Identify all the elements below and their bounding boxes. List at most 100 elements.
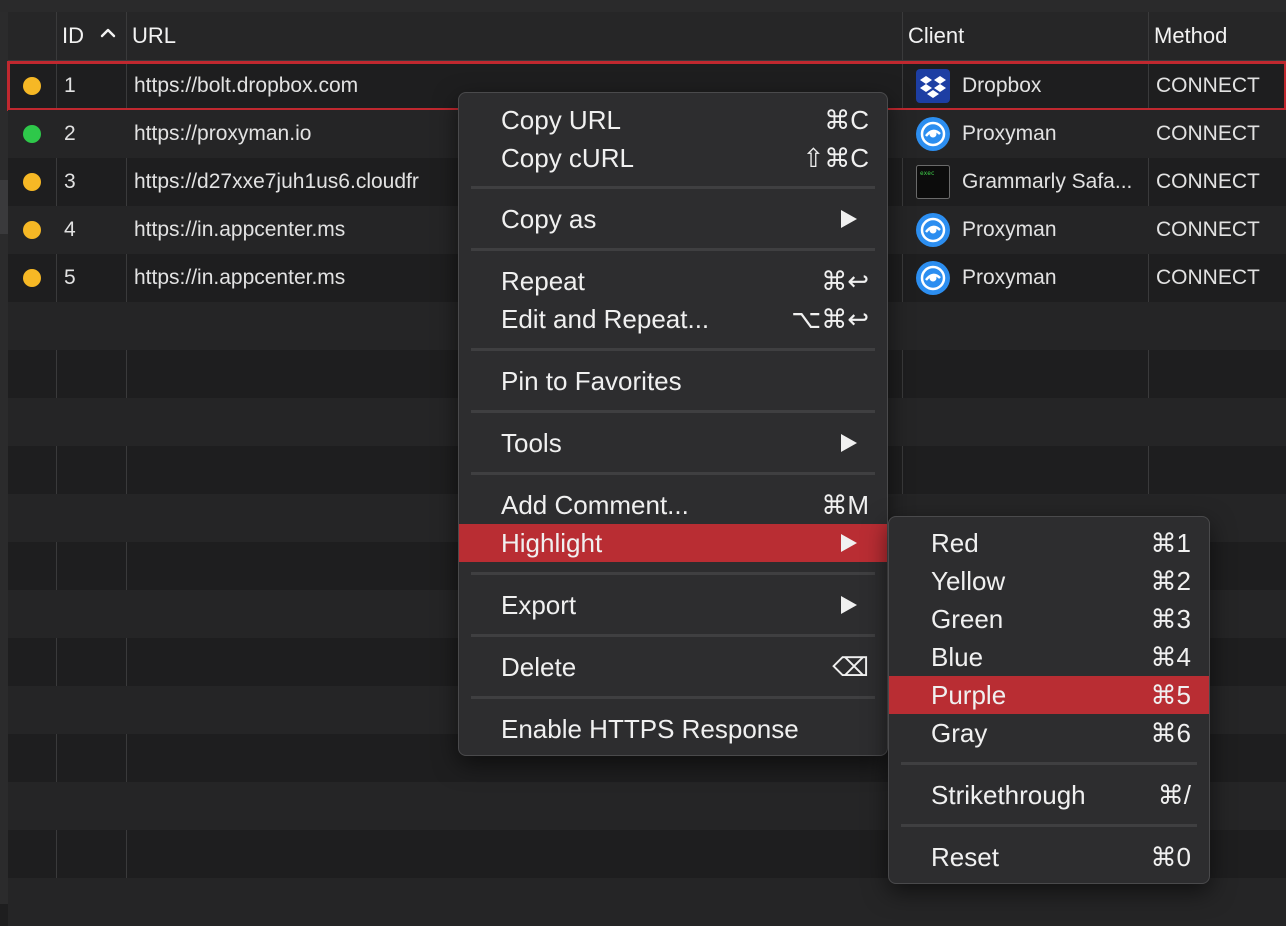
menu-item-label: Export [501,590,577,620]
table-header: ID URL Client Method [8,12,1286,61]
menu-item-highlight[interactable]: Highlight [459,524,887,562]
row-method: CONNECT [1156,218,1260,241]
row-client: Proxyman [962,122,1057,145]
menu-item-label: Delete [501,652,577,682]
submenu-item-label: Green [931,604,1004,634]
row-id: 1 [64,74,76,97]
row-method: CONNECT [1156,266,1260,289]
menu-item-repeat[interactable]: Repeat ⌘↩ [459,262,887,300]
highlight-submenu: Red ⌘1 Yellow ⌘2 Green ⌘3 Blue ⌘4 Purple… [888,516,1210,884]
status-dot [23,269,41,287]
dropbox-icon [916,69,950,103]
submenu-item-label: Red [931,528,979,558]
menu-separator [471,348,875,351]
shortcut: ⌘4 [1150,642,1191,672]
menu-separator [901,824,1197,827]
menu-item-label: Pin to Favorites [501,366,682,396]
menu-item-label: Enable HTTPS Response [501,714,799,744]
sidebar-notch [0,180,8,234]
shortcut: ⌥⌘↩ [791,304,869,334]
shortcut: ⌘/ [1157,780,1191,810]
sort-ascending-icon[interactable] [100,25,116,41]
menu-separator [471,472,875,475]
menu-item-label: Repeat [501,266,585,296]
shortcut: ⌘0 [1150,842,1191,872]
row-client: Grammarly Safa... [962,170,1133,193]
menu-item-copy-url[interactable]: Copy URL ⌘C [459,101,887,139]
left-sidebar-edge [0,12,8,904]
row-id: 4 [64,218,76,241]
menu-item-label: Copy URL [501,105,621,135]
menu-item-pin-to-favorites[interactable]: Pin to Favorites [459,362,887,400]
row-id: 2 [64,122,76,145]
menu-separator [471,696,875,699]
row-client: Dropbox [962,74,1042,97]
status-dot [23,173,41,191]
submenu-item-blue[interactable]: Blue ⌘4 [889,638,1209,676]
menu-separator [471,410,875,413]
column-header-method[interactable]: Method [1154,12,1227,60]
menu-item-add-comment[interactable]: Add Comment... ⌘M [459,486,887,524]
row-client: Proxyman [962,218,1057,241]
submenu-item-label: Gray [931,718,988,748]
submenu-arrow-icon [841,210,857,228]
menu-item-label: Copy as [501,204,597,234]
status-dot [23,221,41,239]
proxyman-icon [916,213,950,247]
submenu-item-strikethrough[interactable]: Strikethrough ⌘/ [889,776,1209,814]
row-method: CONNECT [1156,170,1260,193]
menu-item-copy-curl[interactable]: Copy cURL ⇧⌘C [459,139,887,177]
empty-row [8,878,1286,926]
column-header-url[interactable]: URL [132,12,176,60]
submenu-item-green[interactable]: Green ⌘3 [889,600,1209,638]
submenu-item-yellow[interactable]: Yellow ⌘2 [889,562,1209,600]
submenu-item-purple[interactable]: Purple ⌘5 [889,676,1209,714]
menu-item-export[interactable]: Export [459,586,887,624]
submenu-arrow-icon [841,596,857,614]
menu-item-enable-https-response[interactable]: Enable HTTPS Response [459,710,887,748]
proxyman-icon [916,261,950,295]
menu-item-tools[interactable]: Tools [459,424,887,462]
menu-item-delete[interactable]: Delete ⌫ [459,648,887,686]
submenu-item-label: Reset [931,842,999,872]
shortcut: ⌘↩ [821,266,869,296]
submenu-item-label: Strikethrough [931,780,1086,810]
menu-item-label: Add Comment... [501,490,689,520]
shortcut: ⇧⌘C [802,143,869,173]
shortcut: ⌘1 [1150,528,1191,558]
menu-separator [471,186,875,189]
menu-item-label: Highlight [501,528,603,558]
delete-backward-icon: ⌫ [832,652,869,682]
status-dot [23,77,41,95]
menu-separator [471,572,875,575]
submenu-item-label: Yellow [931,566,1006,596]
shortcut: ⌘5 [1150,680,1191,710]
submenu-item-gray[interactable]: Gray ⌘6 [889,714,1209,752]
context-menu: Copy URL ⌘C Copy cURL ⇧⌘C Copy as Repeat… [458,92,888,756]
submenu-item-label: Purple [931,680,1007,710]
shortcut: ⌘C [824,105,869,135]
shortcut: ⌘2 [1150,566,1191,596]
status-dot [23,125,41,143]
row-id: 3 [64,170,76,193]
submenu-item-red[interactable]: Red ⌘1 [889,524,1209,562]
menu-item-edit-and-repeat[interactable]: Edit and Repeat... ⌥⌘↩ [459,300,887,338]
row-method: CONNECT [1156,122,1260,145]
submenu-item-reset[interactable]: Reset ⌘0 [889,838,1209,876]
row-method: CONNECT [1156,74,1260,97]
shortcut: ⌘6 [1150,718,1191,748]
row-client: Proxyman [962,266,1057,289]
column-header-id[interactable]: ID [62,12,84,60]
column-header-client[interactable]: Client [908,12,964,60]
menu-separator [471,634,875,637]
proxyman-icon [916,117,950,151]
submenu-arrow-icon [841,534,857,552]
submenu-item-label: Blue [931,642,984,672]
row-id: 5 [64,266,76,289]
menu-item-label: Copy cURL [501,143,634,173]
menu-item-copy-as[interactable]: Copy as [459,200,887,238]
submenu-arrow-icon [841,434,857,452]
menu-item-label: Tools [501,428,562,458]
shortcut: ⌘M [821,490,869,520]
menu-item-label: Edit and Repeat... [501,304,710,334]
